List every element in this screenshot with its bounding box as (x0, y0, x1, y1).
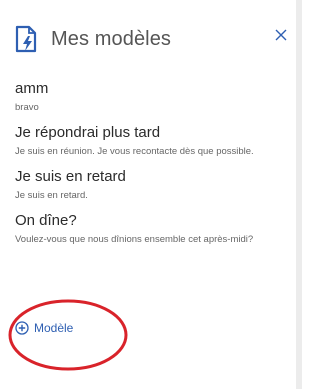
template-title: Je suis en retard (15, 168, 126, 185)
template-body: Je suis en réunion. Je vous recontacte d… (15, 146, 254, 157)
template-body: Voulez-vous que nous dînions ensemble ce… (15, 234, 254, 245)
close-button[interactable] (272, 28, 290, 46)
template-list: amm bravo Je répondrai plus tard Je suis… (15, 80, 287, 256)
template-body: bravo (15, 102, 39, 113)
panel-title: Mes modèles (51, 27, 172, 50)
panel-header: Mes modèles (15, 24, 171, 54)
template-item[interactable]: Je suis en retard Je suis en retard. (15, 168, 287, 202)
add-template-label[interactable]: Modèle (34, 321, 73, 335)
template-title: Je répondrai plus tard (15, 124, 161, 141)
close-icon[interactable] (275, 28, 287, 46)
template-item[interactable]: amm bravo (15, 80, 287, 114)
template-item[interactable]: Je répondrai plus tard Je suis en réunio… (15, 124, 287, 158)
plus-circle-icon[interactable] (15, 321, 29, 335)
template-title: On dîne? (15, 212, 77, 229)
template-body: Je suis en retard. (15, 190, 88, 201)
add-template-button[interactable]: Modèle (15, 319, 73, 337)
panel-border (296, 0, 302, 389)
template-lightning-icon (15, 25, 39, 53)
template-item[interactable]: On dîne? Voulez-vous que nous dînions en… (15, 212, 287, 246)
template-title: amm (15, 80, 49, 97)
templates-panel: Mes modèles amm bravo Je répondrai plus … (0, 0, 302, 389)
